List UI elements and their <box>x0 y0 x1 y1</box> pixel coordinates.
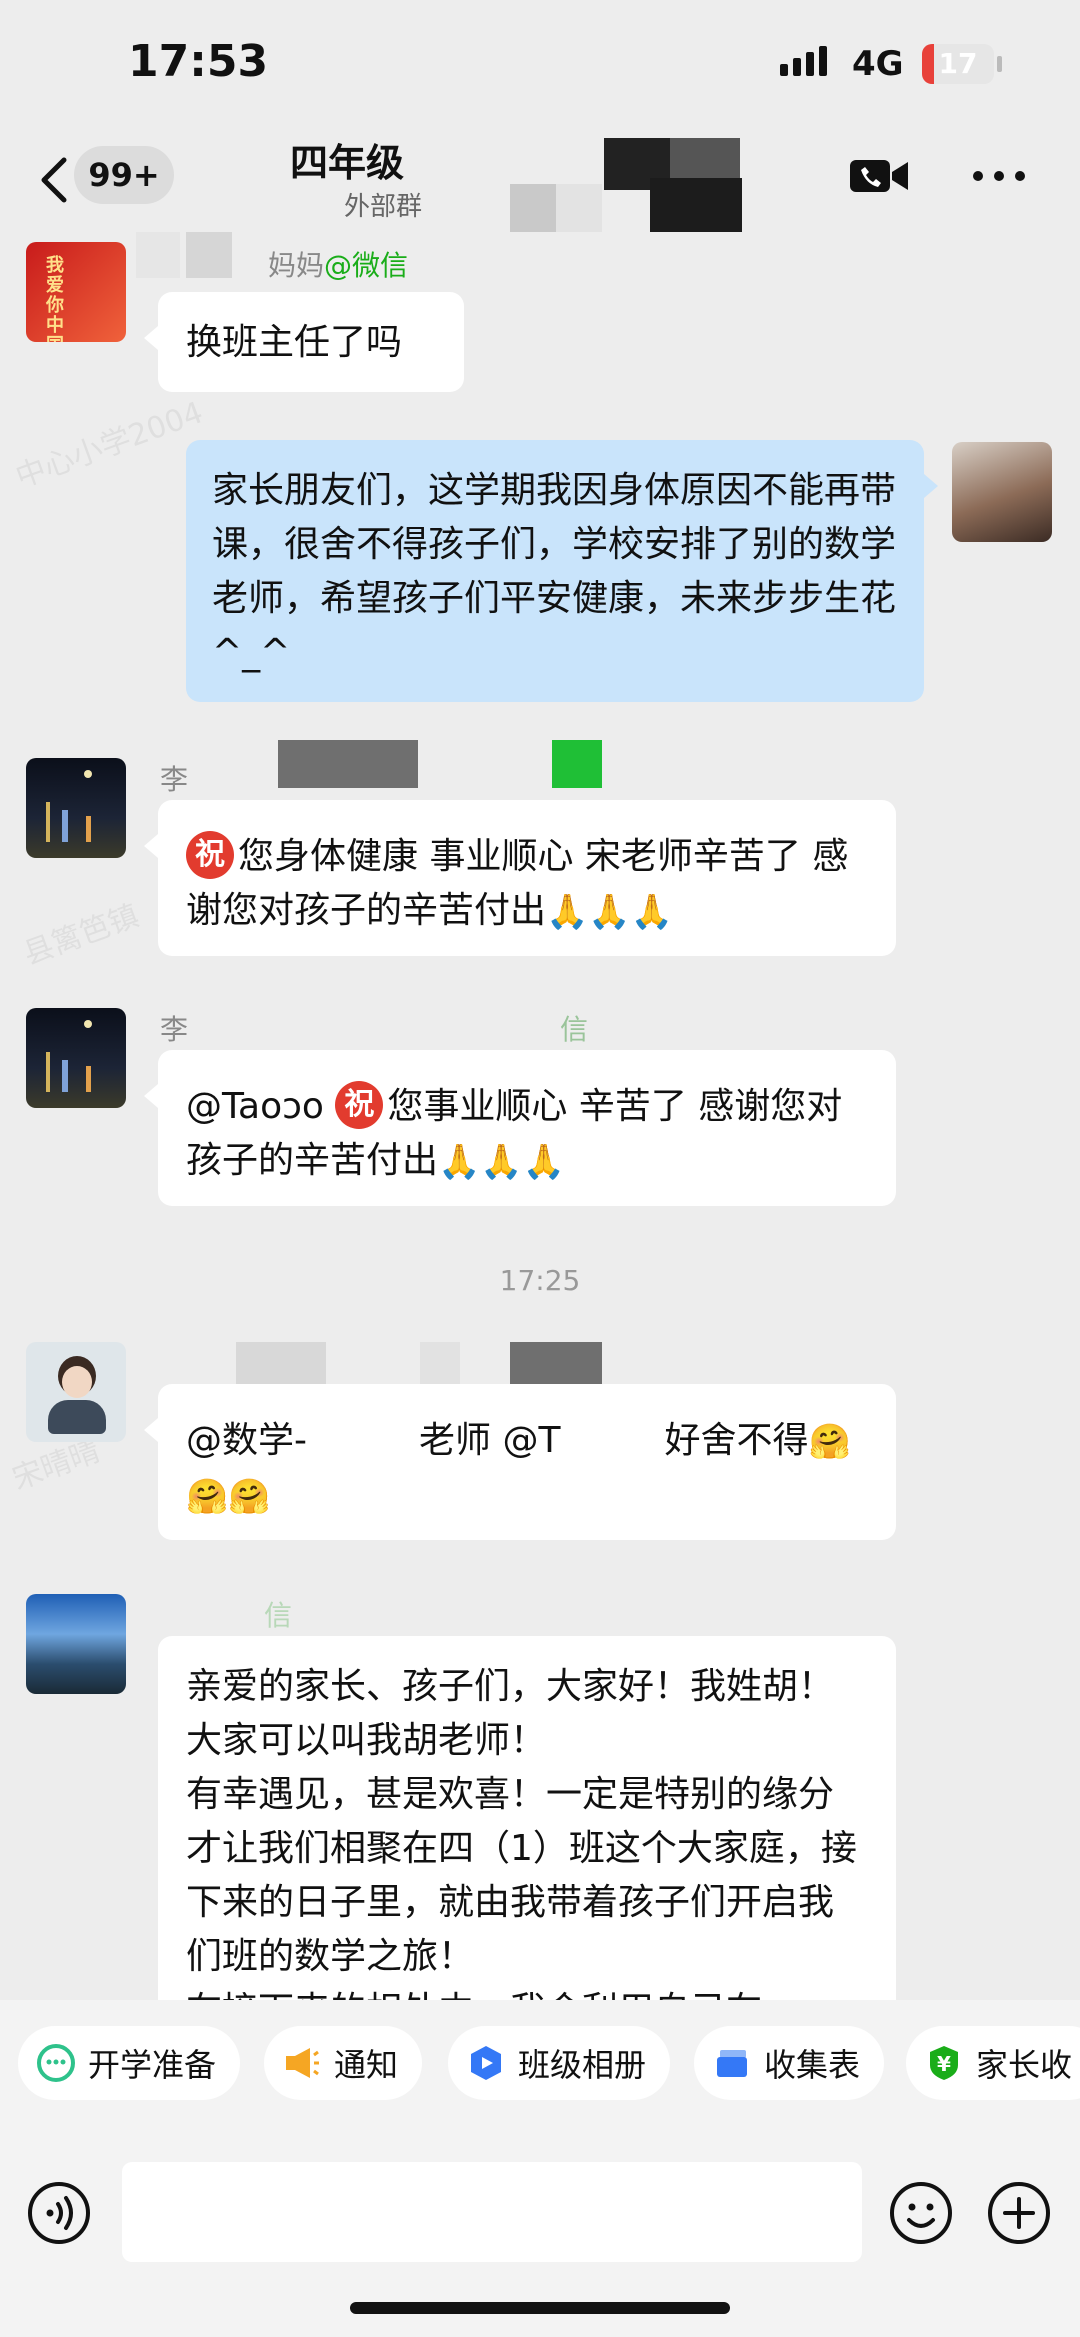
chat-subtitle: 外部群 <box>344 192 423 222</box>
chip-label: 班级相册 <box>518 2046 647 2084</box>
sender-name: 李 <box>160 1013 189 1046</box>
sender-tag: 信 <box>264 1599 293 1632</box>
quick-action-chip[interactable]: 收集表 <box>694 2026 885 2100</box>
privacy-mosaic <box>136 232 180 278</box>
privacy-mosaic <box>556 184 602 232</box>
unread-badge[interactable]: 99+ <box>74 146 174 204</box>
sender-tag: @微信 <box>324 249 409 282</box>
battery-percent: 17 <box>938 47 978 80</box>
quick-action-chip[interactable]: ¥ 家长收 <box>906 2026 1080 2100</box>
message-bubble[interactable]: 祝您身体健康 事业顺心 宋老师辛苦了 感谢您对孩子的辛苦付出🙏🙏🙏 <box>144 800 896 956</box>
my-message-bubble[interactable]: 家长朋友们，这学期我因身体原因不能再带课，很舍不得孩子们，学校安排了别的数学老师… <box>186 440 938 702</box>
battery-tip <box>997 56 1002 72</box>
privacy-mosaic <box>552 740 602 788</box>
quick-action-chip[interactable]: 通知 <box>264 2026 423 2100</box>
chip-label: 家长收 <box>976 2046 1073 2084</box>
pray-emoji: 🙏🙏🙏 <box>438 1142 566 1182</box>
message-input[interactable] <box>122 2162 862 2262</box>
mention[interactable]: @数学- <box>186 1420 307 1461</box>
avatar[interactable] <box>26 1594 126 1694</box>
chip-label: 通知 <box>334 2046 399 2084</box>
avatar[interactable]: 我爱你中国 <box>26 242 126 342</box>
privacy-mosaic <box>650 178 742 232</box>
quick-action-chip[interactable]: 班级相册 <box>448 2026 671 2100</box>
status-bar: 17:53 4G 17 <box>0 0 1080 130</box>
status-time: 17:53 <box>128 36 269 87</box>
mention[interactable]: @Taoɔo <box>186 1086 335 1127</box>
watermark: 中心小学2004 <box>11 395 208 496</box>
sender-tag: 信 <box>560 1013 589 1046</box>
home-indicator[interactable] <box>350 2302 730 2314</box>
more-options-icon[interactable] <box>970 158 1028 194</box>
megaphone-icon <box>286 2048 319 2078</box>
privacy-mosaic <box>420 1342 460 1388</box>
emoji-icon[interactable] <box>888 2180 954 2246</box>
sender-label: 妈妈 <box>268 249 325 282</box>
avatar[interactable] <box>26 1342 126 1442</box>
pray-emoji: 🙏🙏🙏 <box>546 892 674 932</box>
blessing-badge: 祝 <box>335 1081 384 1129</box>
payment-icon: ¥ <box>930 2046 958 2080</box>
collect-form-icon <box>717 2050 747 2077</box>
privacy-mosaic <box>278 740 418 788</box>
my-avatar[interactable] <box>952 442 1052 542</box>
message-bubble[interactable]: @数学- 老师 @T 好舍不得🤗🤗🤗 <box>144 1384 896 1540</box>
privacy-mosaic <box>510 184 556 232</box>
blessing-badge: 祝 <box>186 831 234 879</box>
chat-title: 四年级 <box>290 141 405 185</box>
message-bubble[interactable]: 亲爱的家长、孩子们，大家好！我姓胡！大家可以叫我胡老师！ 有幸遇见，甚是欢喜！一… <box>158 1636 896 2036</box>
message-bubble[interactable]: @Taoɔo 祝您事业顺心 辛苦了 感谢您对孩子的辛苦付出🙏🙏🙏 <box>144 1050 896 1206</box>
message-text: 好舍不得 <box>664 1420 809 1461</box>
sender-name: 李 <box>160 763 189 796</box>
watermark: 县篱笆镇 <box>18 898 144 973</box>
privacy-mosaic <box>236 1342 326 1388</box>
message-text: 您身体健康 事业顺心 宋老师辛苦了 感谢您对孩子的辛苦付出 <box>186 836 849 931</box>
timestamp: 17:25 <box>499 1264 581 1297</box>
signal-icon <box>780 46 827 76</box>
chat-smile-icon <box>37 2044 75 2082</box>
sender-name: 妈妈@微信 <box>268 244 408 284</box>
quick-action-bar: 开学准备 通知 班级相册 收集表 ¥ 家长收 <box>0 2000 1080 2130</box>
privacy-mosaic <box>186 232 232 278</box>
svg-text:¥: ¥ <box>937 2052 951 2076</box>
avatar[interactable] <box>26 1008 126 1108</box>
privacy-mosaic <box>510 1342 602 1388</box>
battery-icon: 17 <box>922 44 994 84</box>
chip-label: 开学准备 <box>88 2046 217 2084</box>
network-type: 4G <box>852 44 904 84</box>
voice-input-icon[interactable] <box>26 2180 92 2246</box>
quick-action-chip[interactable]: 开学准备 <box>18 2026 241 2100</box>
album-icon <box>471 2046 501 2080</box>
plus-icon[interactable] <box>986 2180 1052 2246</box>
avatar[interactable] <box>26 758 126 858</box>
chip-label: 收集表 <box>764 2046 861 2084</box>
message-bubble[interactable]: 换班主任了吗 <box>144 292 464 392</box>
video-call-icon[interactable] <box>848 152 912 200</box>
mention[interactable]: 老师 @T <box>419 1420 560 1461</box>
